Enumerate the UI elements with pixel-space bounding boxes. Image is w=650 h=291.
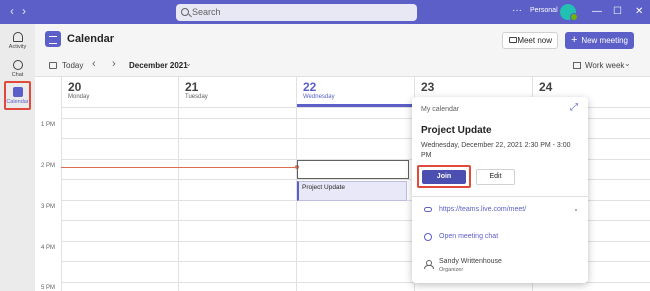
day-header-today[interactable]: 22 Wednesday [296,77,414,107]
grid-column-line [61,107,62,291]
minimize-button[interactable]: — [592,6,602,17]
hour-label: 3 PM [41,204,56,210]
hour-label: 2 PM [41,163,56,169]
rail-item-chat[interactable]: Chat [0,60,35,78]
rail-label-chat: Chat [11,72,24,78]
link-icon [424,207,432,212]
chevron-down-icon[interactable]: ⌄ [624,59,631,68]
join-highlight: Join [417,165,471,188]
maximize-button[interactable]: ☐ [613,6,622,17]
edit-button[interactable]: Edit [476,169,515,185]
calendar-app-icon [45,31,61,47]
page-header: Calendar Meet now + New meeting [35,24,650,56]
month-picker[interactable]: December 2021 [129,61,188,70]
view-icon [573,62,581,69]
calendar-name: My calendar [421,106,460,113]
divider [412,196,588,197]
calendar-icon [12,87,23,97]
organizer-name: Sandy Writtenhouse [439,258,502,265]
search-input[interactable]: Search [176,4,417,21]
rail-label-calendar: Calendar [6,99,29,105]
day-header[interactable]: 20 Monday [61,77,178,107]
today-button[interactable]: Today [62,61,83,70]
open-meeting-chat-link[interactable]: Open meeting chat [439,233,498,240]
meet-now-label: Meet now [517,36,552,45]
chevron-down-icon[interactable]: ⌄ [185,59,192,68]
meeting-details-popup: My calendar ⤢ Project Update Wednesday, … [412,97,588,283]
previous-week-chevron-icon[interactable]: ‹ [92,58,96,70]
new-meeting-label: New meeting [581,36,628,45]
calendar-event[interactable]: Project Update [297,181,407,201]
account-label[interactable]: Personal [530,7,558,14]
title-bar: ‹ › Search ··· Personal — ☐ ✕ [0,0,650,24]
day-number: 22 [303,80,317,94]
day-number: 21 [185,80,199,94]
day-number: 23 [421,80,435,94]
meeting-title: Project Update [421,125,492,136]
day-name: Wednesday [303,94,335,100]
avatar[interactable] [560,4,578,21]
day-header[interactable]: 21 Tuesday [178,77,296,107]
plus-icon: + [571,34,578,46]
view-selector[interactable]: Work week [585,61,624,70]
day-name: Tuesday [185,94,208,100]
chat-icon [12,60,23,70]
meeting-datetime: Wednesday, December 22, 2021 2:30 PM - 3… [421,142,571,159]
search-placeholder: Search [192,7,221,17]
grid-column-line [178,107,179,291]
new-meeting-button[interactable]: + New meeting [565,32,634,49]
person-icon [424,260,434,269]
back-arrow-icon[interactable]: ‹ [10,4,14,18]
organizer-role: Organizer [439,267,464,273]
video-camera-icon [509,37,517,43]
day-name: Monday [68,94,90,100]
close-button[interactable]: ✕ [635,6,643,17]
join-button[interactable]: Join [422,170,466,184]
next-week-chevron-icon[interactable]: › [112,58,116,70]
forward-arrow-icon[interactable]: › [22,4,26,18]
meeting-link[interactable]: https://teams.live.com/meet/ [439,206,526,213]
meet-now-button[interactable]: Meet now [502,32,558,49]
rail-label-activity: Activity [8,44,27,50]
day-number: 20 [68,80,82,94]
hour-label: 1 PM [41,122,56,128]
rail-item-calendar[interactable]: Calendar [4,81,31,110]
hour-label: 4 PM [41,245,56,251]
today-icon [49,62,57,69]
event-title: Project Update [302,184,345,191]
more-options-icon[interactable]: ··· [512,5,522,16]
rail-item-activity[interactable]: Activity [0,32,35,50]
page-title: Calendar [67,33,115,45]
selected-slot[interactable] [297,160,409,179]
current-time-line [61,167,297,168]
left-rail: Activity Chat Calendar [0,24,35,291]
search-icon [181,8,189,16]
bell-icon [12,32,23,42]
expand-icon[interactable]: ⤢ [570,102,578,113]
chat-icon [424,233,432,241]
calendar-toolbar: Today ‹ › December 2021 ⌄ Work week ⌄ [35,56,650,76]
more-dot-icon [575,209,577,211]
day-number: 24 [539,80,553,94]
hour-label: 5 PM [41,285,56,291]
